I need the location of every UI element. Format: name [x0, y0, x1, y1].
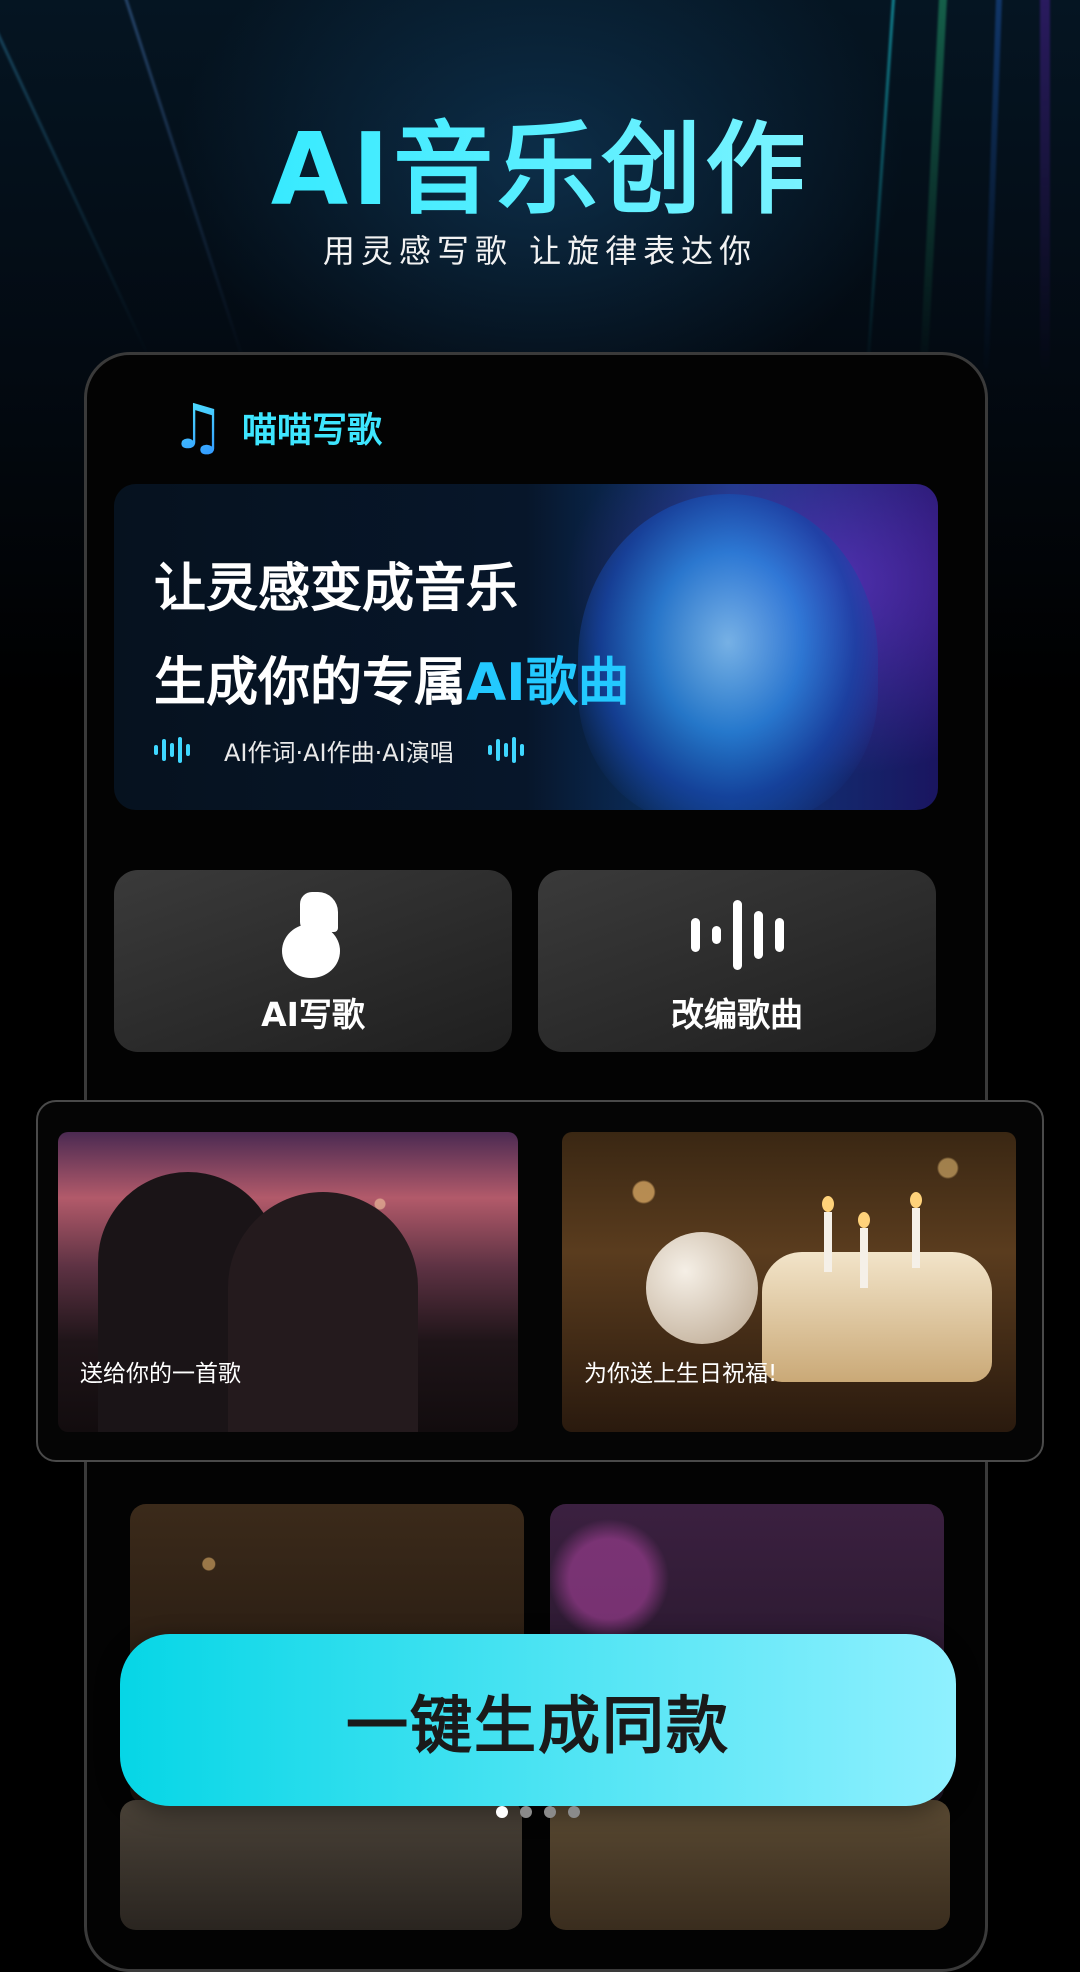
hero-subtitle: 用灵感写歌 让旋律表达你	[322, 232, 758, 270]
ai-write-song-label: AI写歌	[261, 995, 365, 1034]
banner-features-text: AI作词·AI作曲·AI演唱	[224, 738, 454, 767]
pagination-dots	[496, 1806, 580, 1818]
template-caption: 送给你的一首歌	[80, 1361, 241, 1387]
music-note-icon	[282, 892, 344, 978]
sound-wave-icon	[487, 735, 524, 765]
pagination-dot[interactable]	[544, 1806, 556, 1818]
sound-wave-icon	[690, 900, 784, 970]
ai-write-song-button[interactable]: AI写歌	[114, 870, 512, 1052]
pagination-dot[interactable]	[496, 1806, 508, 1818]
couple-image	[228, 1192, 418, 1432]
banner-headline: 让灵感变成音乐	[154, 559, 519, 619]
music-note-icon: ♫	[170, 390, 226, 463]
sound-wave-icon	[154, 735, 190, 765]
birthday-cake-image	[762, 1252, 992, 1382]
template-caption: 为你送上生日祝福!	[584, 1361, 778, 1387]
template-card-song-gift[interactable]: 送给你的一首歌	[58, 1132, 518, 1432]
promo-banner[interactable]: 让灵感变成音乐 生成你的专属AI歌曲 AI作词·AI作曲·AI演唱	[114, 484, 938, 810]
sound-wave-icon-wrap	[538, 892, 936, 978]
banner-features: AI作词·AI作曲·AI演唱	[154, 730, 524, 770]
adapt-song-button[interactable]: 改编歌曲	[538, 870, 936, 1052]
music-note-icon-wrap	[114, 892, 512, 978]
app-name: 喵喵写歌	[242, 410, 383, 451]
pagination-dot[interactable]	[568, 1806, 580, 1818]
hero-title: AI音乐创作	[0, 88, 1080, 233]
banner-subheadline-prefix: 生成你的专属	[154, 653, 467, 713]
candle	[858, 1212, 870, 1288]
banner-subheadline: 生成你的专属AI歌曲	[154, 640, 630, 715]
balloon-image	[646, 1232, 758, 1344]
app-header: ♫ 喵喵写歌	[170, 392, 382, 462]
candle	[822, 1196, 834, 1272]
pagination-dot[interactable]	[520, 1806, 532, 1818]
candle	[910, 1192, 922, 1268]
adapt-song-label: 改编歌曲	[671, 995, 803, 1034]
generate-same-button[interactable]: 一键生成同款	[120, 1634, 956, 1806]
template-card-birthday[interactable]: 为你送上生日祝福!	[562, 1132, 1016, 1432]
template-card-couple-outdoor[interactable]	[120, 1800, 522, 1930]
banner-subheadline-highlight: AI歌曲	[466, 653, 630, 713]
template-card-wedding[interactable]	[550, 1800, 950, 1930]
